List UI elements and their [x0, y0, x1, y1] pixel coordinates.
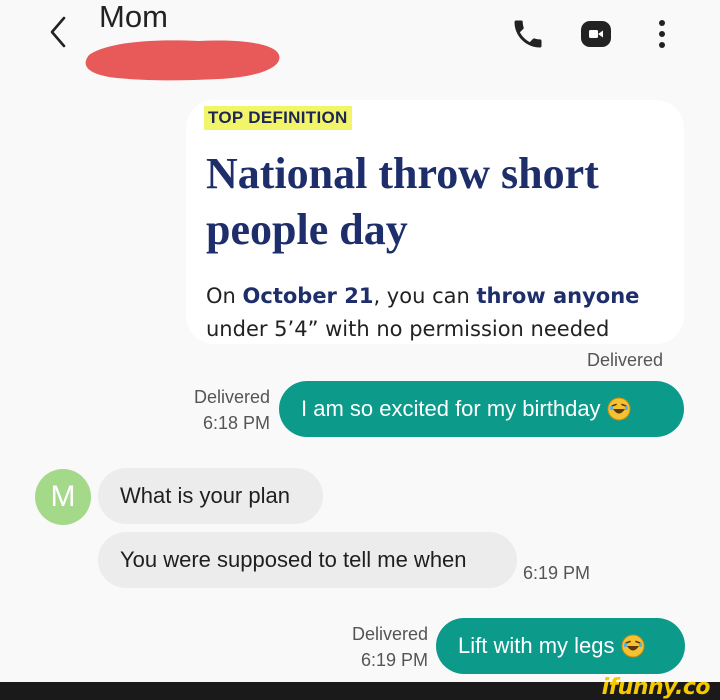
- definition-text: On October 21, you can throw anyone unde…: [206, 284, 640, 341]
- message-timestamp: 6:19 PM: [523, 563, 591, 583]
- received-message-bubble[interactable]: What is your plan: [98, 468, 323, 524]
- contact-avatar[interactable]: M: [35, 469, 91, 525]
- redaction-scribble: [85, 40, 280, 81]
- sent-message-bubble[interactable]: I am so excited for my birthday: [279, 381, 684, 437]
- message-text: You were supposed to tell me when: [120, 547, 467, 572]
- rolling-laughing-emoji-icon: [607, 397, 631, 421]
- shared-image-card[interactable]: TOP DEFINITION National throw short peop…: [186, 100, 684, 344]
- ifunny-watermark: ifunny.co: [601, 675, 711, 700]
- image-delivered-status: Delivered: [586, 350, 663, 370]
- message-text: I am so excited for my birthday: [301, 396, 601, 421]
- definition-word: National throw short people day: [206, 149, 599, 254]
- contact-name[interactable]: Mom: [99, 0, 168, 34]
- watermark-bar: ifunny.co: [0, 675, 720, 700]
- call-icon[interactable]: [510, 16, 546, 52]
- video-call-icon[interactable]: [578, 16, 614, 52]
- sent-message-bubble[interactable]: Lift with my legs: [436, 618, 685, 674]
- message-status: Delivered 6:19 PM: [351, 624, 428, 670]
- top-definition-badge: TOP DEFINITION: [204, 106, 352, 130]
- message-text: Lift with my legs: [458, 633, 615, 658]
- received-message-bubble[interactable]: You were supposed to tell me when: [98, 532, 517, 588]
- message-text: What is your plan: [120, 483, 290, 508]
- more-options-icon[interactable]: [650, 14, 674, 52]
- back-icon[interactable]: [44, 12, 76, 52]
- message-status: Delivered 6:18 PM: [193, 387, 270, 433]
- rolling-laughing-emoji-icon: [621, 634, 644, 658]
